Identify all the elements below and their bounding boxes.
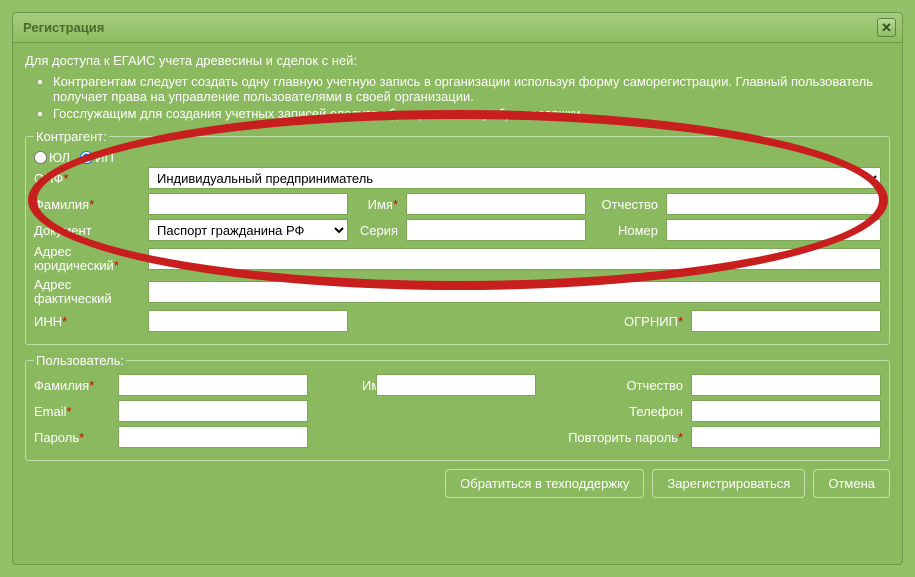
required-marker: *	[114, 258, 119, 273]
inn-input[interactable]	[148, 310, 348, 332]
ogrnip-input[interactable]	[691, 310, 881, 332]
radio-yl[interactable]	[34, 151, 47, 164]
required-marker: *	[89, 197, 94, 212]
required-marker: *	[89, 378, 94, 393]
cancel-button[interactable]: Отмена	[813, 469, 890, 498]
document-select[interactable]: Паспорт гражданина РФ	[148, 219, 348, 241]
required-marker: *	[62, 314, 67, 329]
k-lastname-label: Фамилия	[34, 197, 89, 212]
legal-addr-input[interactable]	[148, 248, 881, 270]
opf-label: ОПФ	[34, 171, 63, 186]
u-patronymic-label: Отчество	[626, 378, 683, 393]
close-icon: ✕	[881, 20, 892, 36]
number-label: Номер	[618, 223, 658, 238]
radio-ip-label[interactable]: ИП	[95, 150, 114, 165]
password-input[interactable]	[118, 426, 308, 448]
password-label: Пароль	[34, 430, 79, 445]
phone-input[interactable]	[691, 400, 881, 422]
user-legend: Пользователь:	[34, 353, 126, 368]
opf-select[interactable]: Индивидуальный предприниматель	[148, 167, 881, 189]
inn-label: ИНН	[34, 314, 62, 329]
close-button[interactable]: ✕	[877, 18, 896, 37]
k-name-label: Имя	[368, 197, 393, 212]
password2-label: Повторить пароль	[568, 430, 678, 445]
k-lastname-input[interactable]	[148, 193, 348, 215]
intro-text: Для доступа к ЕГАИС учета древесины и сд…	[25, 53, 890, 68]
kontragent-fieldset: Контрагент: ЮЛ ИП ОПФ* Индивидуальный пр…	[25, 129, 890, 345]
k-name-input[interactable]	[406, 193, 586, 215]
dialog-title: Регистрация	[23, 20, 104, 35]
k-patronymic-label: Отчество	[601, 197, 658, 212]
required-marker: *	[79, 430, 84, 445]
bullet-1: Контрагентам следует создать одну главну…	[53, 74, 890, 104]
legal-addr-label: Адрес юридический	[34, 244, 114, 273]
required-marker: *	[63, 171, 68, 186]
required-marker: *	[678, 314, 683, 329]
u-lastname-label: Фамилия	[34, 378, 89, 393]
series-label: Серия	[360, 223, 398, 238]
u-lastname-input[interactable]	[118, 374, 308, 396]
support-button[interactable]: Обратиться в техподдержку	[445, 469, 644, 498]
k-patronymic-input[interactable]	[666, 193, 881, 215]
bullet-2: Госслужащим для создания учетных записей…	[53, 106, 890, 121]
phone-label: Телефон	[629, 404, 683, 419]
radio-ip[interactable]	[80, 151, 93, 164]
required-marker: *	[393, 197, 398, 212]
user-fieldset: Пользователь: Фамилия* Имя* Отчество Ema…	[25, 353, 890, 461]
ogrnip-label: ОГРНИП	[624, 314, 678, 329]
kontragent-legend: Контрагент:	[34, 129, 109, 144]
email-label: Email	[34, 404, 67, 419]
register-button[interactable]: Зарегистрироваться	[652, 469, 805, 498]
series-input[interactable]	[406, 219, 586, 241]
required-marker: *	[67, 404, 72, 419]
u-patronymic-input[interactable]	[691, 374, 881, 396]
actual-addr-input[interactable]	[148, 281, 881, 303]
u-name-input[interactable]	[376, 374, 536, 396]
email-input[interactable]	[118, 400, 308, 422]
document-label: Документ	[34, 223, 92, 238]
actual-addr-label: Адрес фактический	[34, 277, 112, 306]
number-input[interactable]	[666, 219, 881, 241]
title-bar: Регистрация ✕	[13, 13, 902, 43]
radio-yl-label[interactable]: ЮЛ	[49, 150, 70, 165]
password2-input[interactable]	[691, 426, 881, 448]
required-marker: *	[678, 430, 683, 445]
